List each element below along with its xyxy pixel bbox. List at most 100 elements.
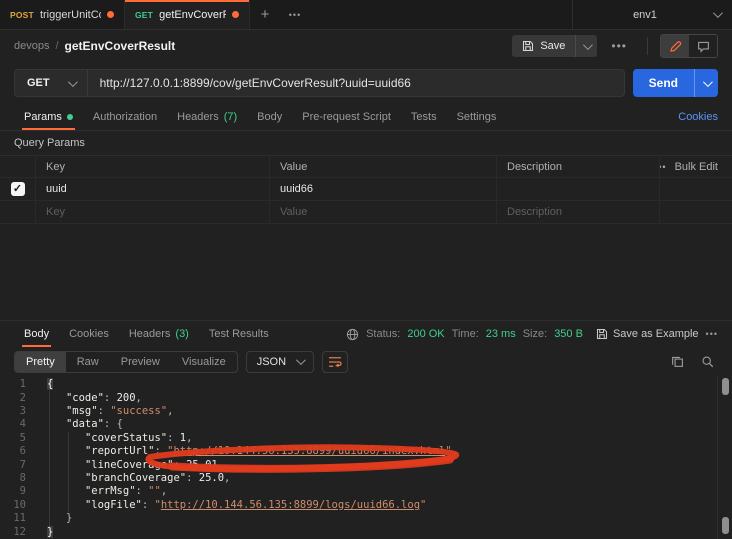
globe-icon[interactable] [346,328,359,341]
format-selector[interactable]: JSON [246,351,314,373]
send-button[interactable]: Send [633,69,694,97]
tab-headers[interactable]: Headers (7) [167,104,247,130]
green-dot-icon [67,114,73,120]
divider [647,37,648,55]
code-line: 3 "msg": "success", [0,405,732,418]
size-value: 350 B [554,328,583,340]
request-tab-triggerunitcover[interactable]: POST triggerUnitCover [0,0,125,29]
environment-selector[interactable]: env1 [572,0,732,29]
url-input[interactable]: http://127.0.0.1:8899/cov/getEnvCoverRes… [88,70,624,96]
column-header-value: Value [270,156,497,177]
url-text: http://127.0.0.1:8899/cov/getEnvCoverRes… [100,76,411,90]
code-line: 11 } [0,512,732,525]
method-selected: GET [27,77,50,89]
code-line: 5 "coverStatus": 1, [0,432,732,445]
save-button-label: Save [540,40,565,52]
chevron-down-icon [68,77,78,87]
tab-title: getEnvCoverResult [159,9,226,21]
time-label: Time: [452,328,479,340]
save-floppy-icon [596,328,608,340]
edit-documentation-button[interactable] [661,35,689,57]
wrap-lines-button[interactable] [322,351,348,373]
save-button[interactable]: Save [512,40,575,52]
tab-settings[interactable]: Settings [447,104,507,130]
pencil-icon [669,40,682,53]
response-tab-test-results[interactable]: Test Results [199,321,279,347]
send-options-caret[interactable] [694,69,718,97]
param-key-placeholder[interactable]: Key [36,201,270,223]
tab-options-button[interactable]: ••• [280,0,310,29]
tab-pre-request-script[interactable]: Pre-request Script [292,104,401,130]
param-value-input[interactable]: uuid66 [270,178,497,200]
chevron-down-icon [713,8,723,18]
row-checkbox[interactable]: ✓ [11,182,25,196]
chevron-down-icon [703,77,713,87]
tab-body[interactable]: Body [247,104,292,130]
tab-params[interactable]: Params [14,104,83,130]
param-value-placeholder[interactable]: Value [270,201,497,223]
response-tab-headers[interactable]: Headers(3) [119,321,199,347]
breadcrumb-separator: / [55,40,58,52]
code-line: 10 "logFile": "http://10.144.56.135:8899… [0,499,732,512]
query-params-table: Key Value Description ••• Bulk Edit ✓ uu… [0,155,732,224]
response-tabs: BodyCookiesHeaders(3)Test Results Status… [0,321,732,347]
request-header: devops / getEnvCoverResult Save ••• [0,30,732,62]
tab-authorization[interactable]: Authorization [83,104,167,130]
param-description-placeholder[interactable]: Description [497,201,660,223]
line-number: 12 [0,526,34,539]
tab-label: Cookies [69,328,109,340]
tab-label: Body [24,328,49,340]
copy-response-button[interactable] [666,355,688,368]
documentation-comment-toggle [660,34,718,58]
breadcrumb-request-name: getEnvCoverResult [65,39,176,53]
save-options-caret[interactable] [575,35,597,57]
breadcrumb-workspace[interactable]: devops [14,40,49,52]
search-response-button[interactable] [696,355,718,368]
param-key-input[interactable]: uuid [36,178,270,200]
view-mode-raw[interactable]: Raw [66,352,110,372]
method-selector[interactable]: GET [15,70,88,96]
cookies-link[interactable]: Cookies [678,111,718,123]
size-label: Size: [523,328,547,340]
response-more-options-button[interactable]: ••• [706,329,718,339]
comments-button[interactable] [689,35,717,57]
chevron-down-icon [583,40,593,50]
save-as-example-button[interactable]: Save as Example [596,328,699,340]
unsaved-dot-icon [107,11,114,18]
response-tab-cookies[interactable]: Cookies [59,321,119,347]
tab-tests[interactable]: Tests [401,104,447,130]
tab-label: Tests [411,111,437,123]
response-url-link[interactable]: http://10.144.56.135:8899/logs/uuid66.lo… [161,499,420,511]
wrap-text-icon [328,356,342,368]
tab-label: Body [257,111,282,123]
tab-label: Headers [129,328,171,340]
unsaved-dot-icon [232,11,239,18]
view-mode-pretty[interactable]: Pretty [15,352,66,372]
search-icon [701,355,714,368]
line-number: 5 [0,432,34,445]
view-mode-preview[interactable]: Preview [110,352,171,372]
response-tab-body[interactable]: Body [14,321,59,347]
more-dots-icon[interactable]: ••• [660,162,667,172]
tab-count-badge: (7) [224,111,237,123]
query-params-title: Query Params [0,131,732,155]
view-mode-visualize[interactable]: Visualize [171,352,237,372]
response-toolbar: PrettyRawPreviewVisualize JSON [0,347,732,376]
tab-label: Headers [177,111,219,123]
new-tab-button[interactable]: + [250,0,280,29]
line-number: 9 [0,485,34,498]
indent-guide [49,391,50,526]
scrollbar-thumb[interactable] [722,517,729,534]
request-more-options-button[interactable]: ••• [603,39,635,53]
environment-name: env1 [585,9,705,21]
save-button-group: Save [512,35,597,57]
response-scrollbar[interactable] [717,376,732,539]
tab-title: triggerUnitCover [40,9,101,21]
save-floppy-icon [522,40,534,52]
scrollbar-thumb[interactable] [722,378,729,395]
request-tab-getenvcoverresult[interactable]: GET getEnvCoverResult [125,0,250,29]
param-description-input[interactable] [497,178,660,200]
response-url-link[interactable]: http://10.144.56.135:8899/uuid66/index.h… [173,445,445,457]
response-body-viewer[interactable]: 1{2 "code": 200,3 "msg": "success",4 "da… [0,376,732,539]
bulk-edit-button[interactable]: Bulk Edit [675,161,718,173]
